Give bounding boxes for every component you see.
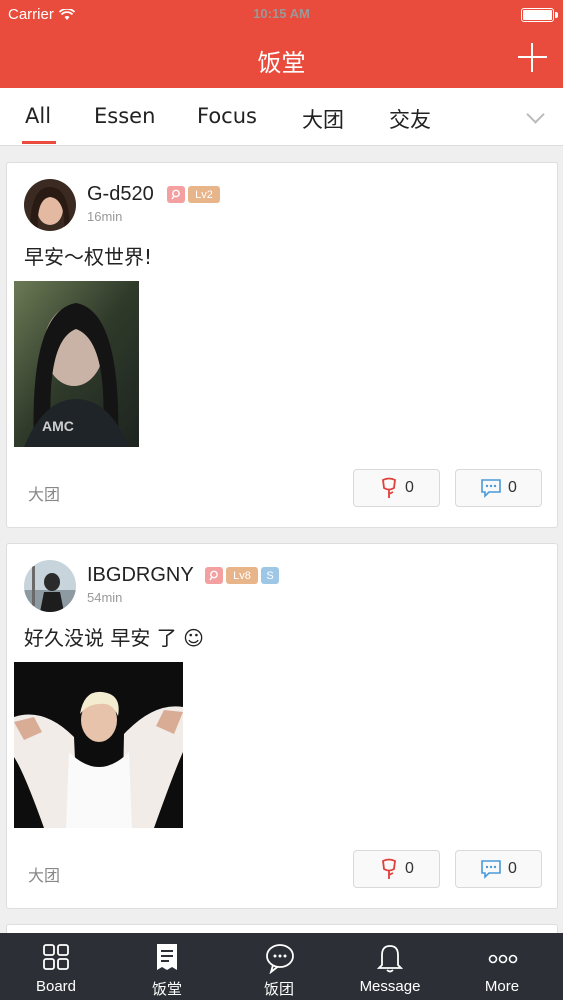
- rose-icon: [382, 858, 397, 879]
- active-tab-indicator: [22, 141, 56, 144]
- level-badge: Lv8: [226, 567, 258, 584]
- page-title: 饭堂: [257, 49, 306, 77]
- like-button[interactable]: 0: [353, 469, 440, 507]
- chat-bubble-icon: [266, 944, 294, 974]
- post-text: 早安～权世界!: [24, 245, 153, 269]
- user-badges: Lv2: [167, 186, 220, 203]
- comment-button[interactable]: 0: [455, 469, 542, 507]
- bottom-tab-bar: Board 饭堂 饭团 Message More: [0, 933, 563, 1000]
- avatar[interactable]: [24, 179, 76, 231]
- chevron-down-icon[interactable]: [528, 110, 544, 126]
- tab-label: Message: [359, 978, 421, 995]
- comment-button[interactable]: 0: [455, 850, 542, 888]
- navigation-bar: 饭堂: [0, 30, 563, 88]
- clock: 10:15 AM: [253, 6, 310, 21]
- comment-count: 0: [508, 479, 517, 496]
- svg-text:AMC: AMC: [42, 418, 74, 434]
- tab-more[interactable]: More: [452, 933, 552, 1000]
- tab-board[interactable]: Board: [6, 933, 106, 1000]
- post-card[interactable]: G-d520 Lv2 16min 早安～权世界! AMC 大团 0 0: [6, 162, 558, 528]
- post-image[interactable]: AMC: [14, 281, 139, 447]
- grid-icon: [43, 944, 69, 970]
- post-time: 16min: [87, 209, 123, 224]
- post-time: 54min: [87, 590, 123, 605]
- fan-icon: [167, 186, 185, 203]
- user-badges: Lv8 S: [205, 567, 279, 584]
- tab-datuan[interactable]: 大团: [302, 104, 344, 134]
- add-post-button[interactable]: [518, 43, 547, 72]
- bell-icon: [376, 945, 404, 973]
- like-count: 0: [405, 479, 414, 496]
- tab-fantuan[interactable]: 饭团: [229, 933, 329, 1000]
- fan-icon: [205, 567, 223, 584]
- comment-count: 0: [508, 860, 517, 877]
- comment-icon: [481, 479, 501, 498]
- category-tabs: All Essen Focus 大团 交友: [0, 88, 563, 146]
- status-bar: Carrier 10:15 AM: [0, 0, 563, 30]
- level-badge: Lv2: [188, 186, 220, 203]
- special-badge: S: [261, 567, 279, 584]
- post-card[interactable]: IBGDRGNY Lv8 S 54min 好久没说 早安 了 ☺ 大团 0 0: [6, 543, 558, 909]
- post-image[interactable]: [14, 662, 183, 828]
- tab-essen[interactable]: Essen: [94, 104, 155, 128]
- tab-label: 饭堂: [151, 981, 182, 998]
- group-tag[interactable]: 大团: [28, 481, 60, 505]
- tab-message[interactable]: Message: [340, 933, 440, 1000]
- username[interactable]: IBGDRGNY: [87, 564, 194, 587]
- more-dots-icon: [488, 954, 518, 964]
- like-count: 0: [405, 860, 414, 877]
- tab-fantang[interactable]: 饭堂: [117, 933, 217, 1000]
- group-tag[interactable]: 大团: [28, 862, 60, 886]
- rose-icon: [382, 477, 397, 498]
- tab-label: 饭团: [263, 981, 294, 998]
- tab-label: More: [484, 978, 520, 995]
- avatar[interactable]: [24, 560, 76, 612]
- tab-focus[interactable]: Focus: [197, 104, 257, 128]
- username[interactable]: G-d520: [87, 183, 154, 206]
- document-icon: [157, 944, 177, 970]
- like-button[interactable]: 0: [353, 850, 440, 888]
- battery-icon: [521, 8, 558, 22]
- tab-all[interactable]: All: [25, 104, 51, 128]
- comment-icon: [481, 860, 501, 879]
- tab-jiaoyou[interactable]: 交友: [389, 104, 431, 134]
- post-text: 好久没说 早安 了 ☺: [24, 626, 204, 650]
- tab-label: Board: [35, 978, 77, 995]
